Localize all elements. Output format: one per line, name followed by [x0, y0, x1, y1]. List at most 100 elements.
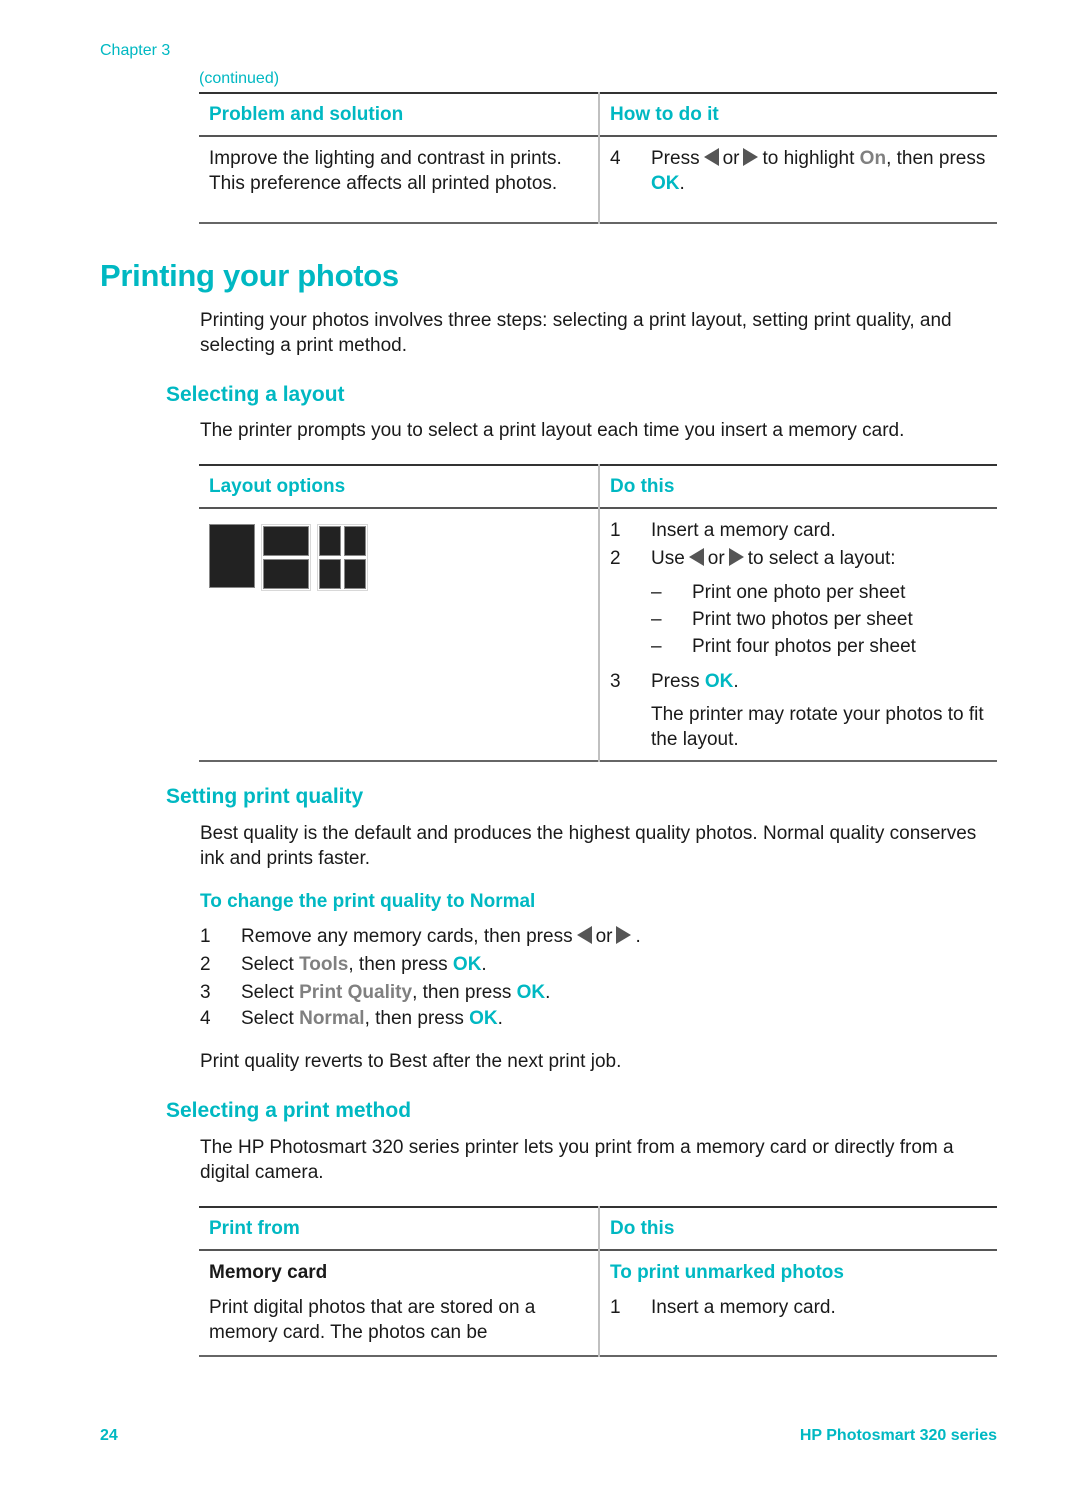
step-item: 1 Insert a memory card.: [610, 1295, 987, 1320]
step-number: 1: [200, 926, 211, 947]
problem-text: Improve the lighting and contrast in pri…: [209, 148, 562, 194]
step-number: 1: [610, 520, 621, 541]
do-this-cell: 1 Insert a memory card. 2 Use or to select…: [599, 508, 997, 761]
text: or: [722, 148, 740, 169]
left-arrow-icon: [703, 148, 719, 166]
source-description: Print digital photos that are stored on …: [209, 1297, 536, 1343]
step-number: 3: [200, 982, 211, 1003]
column-header: Layout options: [199, 465, 600, 508]
step-number: 1: [610, 1297, 621, 1318]
continued-label: (continued): [199, 70, 280, 87]
page-title: Printing your photos: [100, 258, 399, 293]
text: Remove any memory cards, then press: [241, 926, 573, 947]
step-number: 2: [200, 954, 211, 975]
menu-option-tools: Tools: [299, 954, 349, 975]
problem-cell: Improve the lighting and contrast in pri…: [199, 136, 600, 223]
layout-one-photo-icon: [209, 524, 255, 588]
layout-note: The printer may rotate your photos to fi…: [651, 704, 984, 750]
table-row: Improve the lighting and contrast in pri…: [199, 136, 997, 223]
product-name: HP Photosmart 320 series: [799, 1427, 997, 1444]
step-text: Select Normal, then press OK.: [241, 1007, 503, 1031]
step-item: 2 Select Tools, then press OK.: [200, 951, 900, 979]
table-header-row: Problem and solution How to do it: [199, 93, 997, 136]
step-text: Remove any memory cards, then press or.: [241, 923, 641, 951]
quality-note: Print quality reverts to Best after the …: [200, 1051, 622, 1072]
ok-button-ref: OK: [452, 954, 482, 975]
procedure-title: To change the print quality to Normal: [200, 891, 536, 912]
problem-solution-table: Problem and solution How to do it Improv…: [199, 92, 997, 224]
table-header-row: Print from Do this: [199, 1207, 997, 1250]
menu-option-on: On: [859, 148, 887, 169]
option-item: – Print four photos per sheet: [610, 633, 987, 660]
text: or: [707, 548, 725, 569]
option-item: – Print two photos per sheet: [610, 606, 987, 633]
heading-selecting-layout: Selecting a layout: [166, 383, 345, 406]
dash: –: [651, 609, 662, 630]
step-item: 4 Select Normal, then press OK.: [200, 1007, 900, 1031]
text: or: [595, 926, 613, 947]
ok-button-ref: OK: [516, 982, 546, 1003]
column-header: Problem and solution: [199, 93, 600, 136]
step-item: 3 Press OK.: [610, 668, 987, 696]
step-text: Insert a memory card.: [651, 1297, 836, 1318]
text: Select: [241, 982, 294, 1003]
heading-print-quality: Setting print quality: [166, 785, 364, 808]
quality-steps: 1 Remove any memory cards, then press or.…: [200, 923, 900, 1031]
source-title: Memory card: [209, 1262, 328, 1283]
layout-two-photos-icon: [261, 524, 311, 591]
text: , then press: [886, 148, 986, 169]
do-this-cell: To print unmarked photos 1 Insert a memo…: [599, 1250, 997, 1356]
column-header: Print from: [199, 1207, 600, 1250]
step-text: Press or to highlight On, then press OK.: [651, 146, 987, 196]
text: to highlight: [762, 148, 855, 169]
menu-option-print-quality: Print Quality: [299, 982, 413, 1003]
text: Press: [651, 671, 700, 692]
ok-button-ref: OK: [651, 173, 680, 194]
text: Select: [241, 954, 294, 975]
layout-table: Layout options Do this 1 Insert a memory…: [199, 464, 997, 762]
text: Select: [241, 1008, 294, 1029]
table-row: Memory card Print digital photos that ar…: [199, 1250, 997, 1356]
text: .: [679, 173, 685, 194]
right-arrow-icon: [616, 926, 632, 944]
step-text: Press OK.: [651, 668, 739, 696]
quality-intro: Best quality is the default and produces…: [200, 823, 977, 869]
text: , then press: [412, 982, 512, 1003]
text: Press: [651, 148, 700, 169]
column-header: Do this: [610, 1218, 675, 1239]
right-arrow-icon: [728, 548, 744, 566]
step-item: 1 Insert a memory card.: [610, 517, 987, 545]
dash: –: [651, 582, 662, 603]
ok-button-ref: OK: [469, 1008, 498, 1029]
column-header: How to do it: [610, 104, 719, 125]
procedure-title: To print unmarked photos: [610, 1262, 844, 1283]
option-text: Print one photo per sheet: [692, 582, 906, 603]
layout-options-cell: [199, 508, 600, 761]
step-item: 3 Select Print Quality, then press OK.: [200, 979, 900, 1007]
heading-print-method: Selecting a print method: [166, 1099, 412, 1122]
menu-option-normal: Normal: [299, 1008, 365, 1029]
text: Use: [651, 548, 685, 569]
page-number: 24: [100, 1427, 118, 1444]
how-cell: 4 Press or to highlight On, then press OK.: [599, 136, 997, 223]
text: .: [733, 671, 739, 692]
chapter-label: Chapter 3: [100, 42, 171, 59]
text: .: [481, 954, 487, 975]
print-method-table: Print from Do this Memory card Print dig…: [199, 1206, 997, 1357]
dash: –: [651, 636, 662, 657]
step-text: Use or to select a layout:: [651, 545, 896, 573]
option-text: Print two photos per sheet: [692, 609, 913, 630]
step-number: 4: [200, 1008, 211, 1029]
table-header-row: Layout options Do this: [199, 465, 997, 508]
section-intro: Printing your photos involves three step…: [200, 310, 952, 356]
option-text: Print four photos per sheet: [692, 636, 916, 657]
step-text: Select Tools, then press OK.: [241, 951, 487, 979]
step-number: 2: [610, 548, 621, 569]
column-header: Do this: [610, 476, 675, 497]
text: to select a layout:: [747, 548, 896, 569]
left-arrow-icon: [576, 926, 592, 944]
text: .: [497, 1008, 503, 1029]
left-arrow-icon: [688, 548, 704, 566]
step-number: 3: [610, 671, 621, 692]
step-item: 1 Remove any memory cards, then press or.: [200, 923, 900, 951]
